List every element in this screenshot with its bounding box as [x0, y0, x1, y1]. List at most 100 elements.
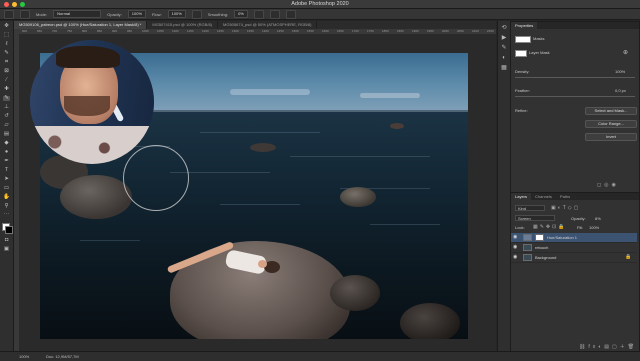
tab-document-1[interactable]: MG509106_patreon.psd @ 100% (Hue/Saturat… [14, 21, 148, 29]
visibility-eye-icon[interactable]: ◉ [513, 253, 517, 262]
layer-row[interactable]: ◉ Background 🔒 [511, 253, 637, 263]
background-color-swatch[interactable] [5, 226, 13, 234]
move-tool-icon[interactable]: ✥ [3, 23, 10, 29]
vector-mask-icon[interactable]: ⊕ [623, 49, 628, 56]
tab-document-3[interactable]: MG505674_psd @ 50% (ATMOSPHERE, RGB/8) [218, 21, 318, 29]
tab-properties[interactable]: Properties [511, 22, 538, 29]
lock-icons[interactable]: ▦✎✥⊡🔒 [533, 224, 567, 230]
screen-mode-icon[interactable]: ▣ [3, 246, 10, 252]
frame-tool-icon[interactable]: ⊠ [3, 68, 10, 74]
photo-cloud [230, 89, 310, 95]
adjustment-layer-icon [523, 234, 532, 241]
pixel-mask-icon[interactable] [515, 36, 531, 43]
adjustments-panel-icon[interactable]: ◐ [500, 55, 508, 62]
tools-panel: ✥ ⬚ ℓ ✎ ⌗ ⊠ ⁄ ✚ ✎ ⊥ ↺ ▱ ▤ ◆ ● ✒ T ➤ ▭ ✋ … [0, 21, 14, 351]
layer-filter-icons[interactable]: ▣◐T◇▢ [551, 205, 580, 211]
clone-stamp-tool-icon[interactable]: ⊥ [3, 104, 10, 110]
layer-thumbnail [523, 244, 532, 251]
healing-brush-tool-icon[interactable]: ✚ [3, 86, 10, 92]
smoothing-settings-icon[interactable] [253, 9, 264, 19]
path-selection-tool-icon[interactable]: ➤ [3, 176, 10, 182]
layer-mask-thumbnail[interactable] [535, 234, 544, 241]
eyedropper-tool-icon[interactable]: ⁄ [3, 77, 10, 83]
water-ripple [200, 132, 320, 133]
person-shirt [30, 126, 154, 164]
properties-footer-icons[interactable]: ◻◎◉ [597, 182, 619, 188]
layer-mask-label: Layer Mask [529, 50, 550, 55]
marquee-tool-icon[interactable]: ⬚ [3, 32, 10, 38]
smoothing-field[interactable]: 0% [234, 10, 248, 18]
properties-panel: Properties Masks Layer Mask ⊕ Density: 1… [510, 21, 640, 193]
layer-thumbnail [523, 254, 532, 261]
density-label: Density: [515, 69, 530, 74]
layers-footer-icons[interactable]: ⛓fx◐▤▢＋🗑 [579, 343, 637, 350]
tab-document-2[interactable]: MG507415.psd @ 100% (RGB/8) [147, 21, 219, 29]
history-brush-tool-icon[interactable]: ↺ [3, 113, 10, 119]
brush-settings-icon[interactable]: ✎ [500, 45, 508, 52]
blur-tool-icon[interactable]: ◆ [3, 140, 10, 146]
type-tool-icon[interactable]: T [3, 167, 10, 173]
flow-label: Flow: [152, 11, 162, 17]
person-hair [56, 46, 120, 68]
brush-tool-icon[interactable]: ✎ [3, 95, 10, 101]
density-slider[interactable] [515, 77, 635, 78]
color-range-button[interactable]: Color Range... [585, 120, 637, 128]
pressure-icon[interactable] [269, 9, 280, 19]
options-bar: Mode: Normal Opacity: 100% Flow: 100% Sm… [0, 9, 640, 20]
symmetry-icon[interactable] [285, 9, 296, 19]
blend-mode-select[interactable]: Screen [515, 215, 555, 221]
layer-row[interactable]: ◉ retouch [511, 243, 637, 253]
flow-field[interactable]: 100% [167, 10, 186, 18]
rock [250, 143, 276, 152]
webcam-overlay [30, 40, 154, 164]
brush-size-picker[interactable] [20, 9, 30, 19]
invert-button[interactable]: Invert [585, 133, 637, 141]
feather-label: Feather: [515, 88, 530, 93]
layers-panel: Layers Channels Paths Kind ▣◐T◇▢ Screen … [510, 192, 640, 352]
brush-tool-preset-icon[interactable] [4, 9, 14, 19]
actions-panel-icon[interactable]: ▶ [500, 35, 508, 42]
rock [390, 123, 404, 129]
visibility-eye-icon[interactable]: ◉ [513, 243, 517, 252]
layer-opacity-value[interactable]: 8% [595, 216, 601, 221]
lasso-tool-icon[interactable]: ℓ [3, 41, 10, 47]
tab-paths[interactable]: Paths [556, 193, 574, 200]
window-title-bar: Adobe Photoshop 2020 [0, 0, 640, 9]
select-and-mask-button[interactable]: Select and Mask... [585, 107, 637, 115]
refine-label: Refine: [515, 108, 528, 113]
layer-mask-thumb [515, 50, 527, 57]
quick-selection-tool-icon[interactable]: ✎ [3, 50, 10, 56]
layer-row[interactable]: ◉ Hue/Saturation 1 [511, 233, 637, 243]
mode-select[interactable]: Normal [53, 10, 102, 18]
layer-name: Hue/Saturation 1 [547, 235, 578, 240]
app-title: Adobe Photoshop 2020 [291, 1, 349, 7]
mode-label: Mode: [36, 11, 48, 17]
zoom-tool-icon[interactable]: ⚲ [3, 203, 10, 209]
hand-tool-icon[interactable]: ✋ [3, 194, 10, 200]
visibility-eye-icon[interactable]: ◉ [513, 233, 517, 242]
dodge-tool-icon[interactable]: ● [3, 149, 10, 155]
airbrush-icon[interactable] [191, 9, 202, 19]
woman-figure [166, 241, 298, 277]
feather-slider[interactable] [515, 96, 635, 97]
feather-value[interactable]: 0,0 px [615, 88, 626, 93]
rock [340, 187, 376, 207]
quick-mask-icon[interactable]: ◘ [3, 237, 10, 243]
history-panel-icon[interactable]: ⟲ [500, 25, 508, 32]
crop-tool-icon[interactable]: ⌗ [3, 59, 10, 65]
pen-tool-icon[interactable]: ✒ [3, 158, 10, 164]
person-beard [64, 96, 110, 116]
eraser-tool-icon[interactable]: ▱ [3, 122, 10, 128]
rectangle-tool-icon[interactable]: ▭ [3, 185, 10, 191]
tab-channels[interactable]: Channels [531, 193, 556, 200]
fill-value[interactable]: 100% [589, 225, 599, 230]
swatches-panel-icon[interactable]: ▦ [500, 65, 508, 72]
density-value[interactable]: 100% [615, 69, 625, 74]
more-tools-icon[interactable]: ⋯ [3, 212, 10, 218]
tab-layers[interactable]: Layers [511, 193, 532, 200]
opacity-field[interactable]: 100% [127, 10, 147, 18]
layer-filter-kind[interactable]: Kind [515, 205, 545, 211]
gradient-tool-icon[interactable]: ▤ [3, 131, 10, 137]
panel-dock: ⟲ ▶ ✎ ◐ ▦ [497, 21, 510, 351]
lock-label: Lock: [515, 225, 525, 230]
